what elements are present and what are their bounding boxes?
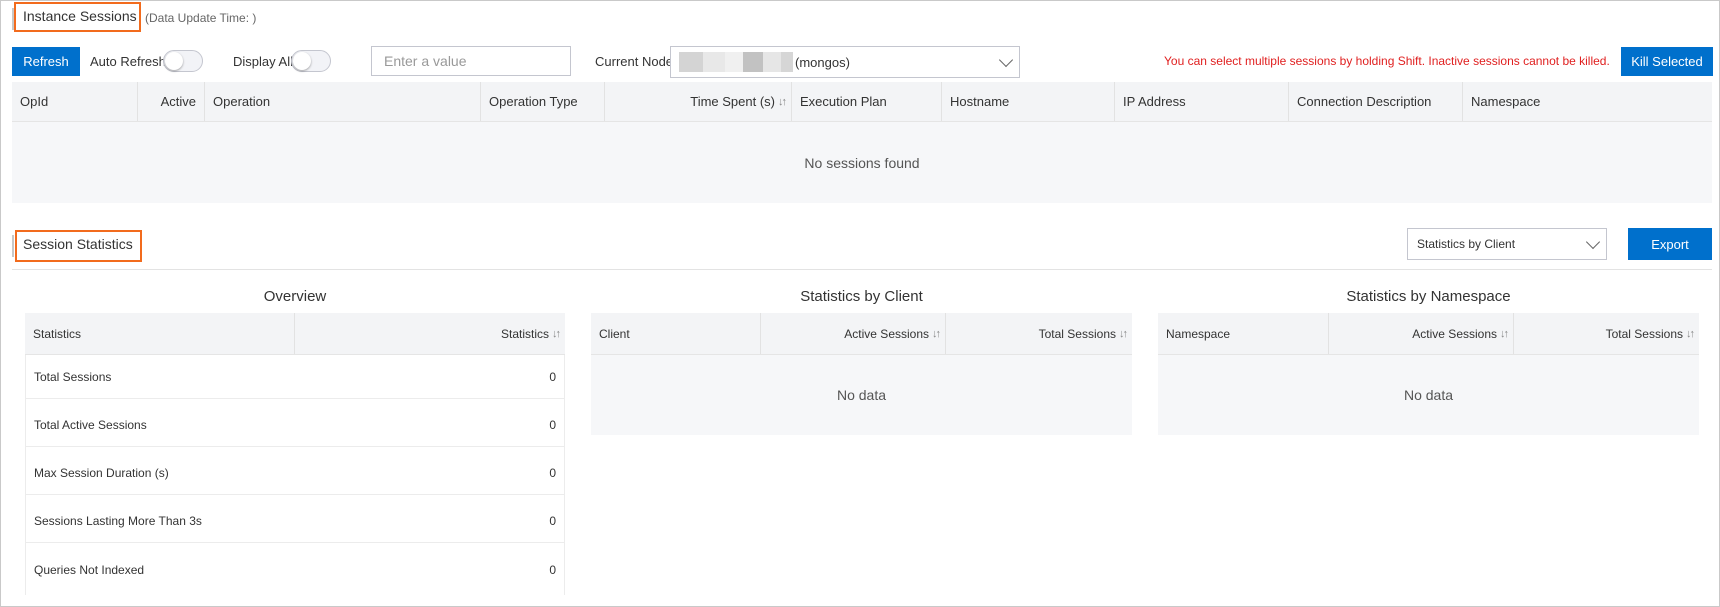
table-row: Queries Not Indexed 0 — [26, 548, 564, 592]
by-client-title: Statistics by Client — [800, 288, 923, 305]
sort-icon[interactable]: ↓↑ — [1119, 328, 1128, 340]
overview-table-header: Statistics Statistics ↓↑ — [25, 313, 565, 355]
column-header-statistics-value[interactable]: Statistics ↓↑ — [295, 313, 565, 354]
auto-refresh-toggle[interactable] — [163, 50, 203, 72]
statistics-type-select[interactable]: Statistics by Client — [1407, 228, 1607, 260]
by-namespace-title: Statistics by Namespace — [1346, 288, 1511, 305]
column-header-ip-address[interactable]: IP Address — [1115, 82, 1289, 121]
overview-table-body: Total Sessions 0 Total Active Sessions 0 M… — [25, 355, 565, 595]
search-input[interactable]: Enter a value — [371, 46, 571, 76]
chevron-down-icon — [1585, 234, 1601, 250]
column-header-active-sessions[interactable]: Active Sessions ↓↑ — [1329, 313, 1514, 354]
search-placeholder: Enter a value — [384, 53, 467, 69]
column-header-connection-description[interactable]: Connection Description — [1289, 82, 1463, 121]
display-all-toggle[interactable] — [291, 50, 331, 72]
current-node-label: Current Node — [595, 54, 674, 69]
column-header-statistics-label: Statistics — [25, 313, 295, 354]
column-header-active-sessions[interactable]: Active Sessions ↓↑ — [761, 313, 946, 354]
auto-refresh-label: Auto Refresh — [90, 54, 166, 69]
column-header-opid[interactable]: OpId — [12, 82, 138, 121]
section-divider — [12, 269, 1712, 270]
instance-sessions-title-box: Instance Sessions — [14, 2, 141, 32]
sort-icon[interactable]: ↓↑ — [932, 328, 941, 340]
table-row: Sessions Lasting More Than 3s 0 — [26, 499, 564, 543]
by-client-table-header: Client Active Sessions ↓↑ Total Sessions ↓… — [591, 313, 1132, 355]
refresh-button[interactable]: Refresh — [12, 47, 80, 76]
column-header-hostname[interactable]: Hostname — [942, 82, 1115, 121]
sort-icon[interactable]: ↓↑ — [1500, 328, 1509, 340]
column-header-total-sessions[interactable]: Total Sessions ↓↑ — [1514, 313, 1699, 354]
sort-icon[interactable]: ↓↑ — [1686, 328, 1695, 340]
instance-sessions-title: Instance Sessions — [23, 8, 137, 24]
session-management-page: Instance Sessions (Data Update Time: ) R… — [0, 0, 1720, 607]
sessions-table-header: OpId Active Operation Operation Type Tim… — [12, 82, 1712, 122]
node-redacted-block — [743, 52, 763, 72]
column-header-total-sessions[interactable]: Total Sessions ↓↑ — [946, 313, 1132, 354]
table-row: Max Session Duration (s) 0 — [26, 451, 564, 495]
by-namespace-table-header: Namespace Active Sessions ↓↑ Total Sessio… — [1158, 313, 1699, 355]
display-all-label: Display All — [233, 54, 293, 69]
table-row: Total Sessions 0 — [26, 355, 564, 399]
column-header-namespace: Namespace — [1158, 313, 1329, 354]
column-header-operation-type[interactable]: Operation Type — [481, 82, 605, 121]
column-header-execution-plan[interactable]: Execution Plan — [792, 82, 942, 121]
node-redacted-block — [763, 52, 781, 72]
by-namespace-empty-state: No data — [1158, 355, 1699, 435]
current-node-select[interactable]: (mongos) — [670, 46, 1020, 78]
node-redacted-block — [725, 52, 743, 72]
kill-selected-button[interactable]: Kill Selected — [1621, 47, 1713, 76]
export-button[interactable]: Export — [1628, 228, 1712, 260]
section-marker — [12, 235, 14, 257]
column-header-client: Client — [591, 313, 761, 354]
data-update-time: (Data Update Time: ) — [145, 11, 257, 25]
kill-warning-text: You can select multiple sessions by hold… — [1164, 54, 1610, 68]
by-client-empty-state: No data — [591, 355, 1132, 435]
current-node-value: (mongos) — [795, 55, 850, 70]
overview-title: Overview — [263, 288, 327, 305]
node-redacted-block — [679, 52, 703, 72]
table-row: Total Active Sessions 0 — [26, 403, 564, 447]
column-header-time-spent[interactable]: Time Spent (s) ↓↑ — [605, 82, 792, 121]
sessions-empty-state: No sessions found — [12, 122, 1712, 203]
sort-icon[interactable]: ↓↑ — [778, 96, 787, 108]
session-statistics-title-box: Session Statistics — [15, 230, 142, 262]
session-statistics-title: Session Statistics — [23, 236, 133, 252]
chevron-down-icon — [998, 52, 1014, 68]
sort-icon[interactable]: ↓↑ — [552, 328, 561, 340]
statistics-type-value: Statistics by Client — [1417, 237, 1516, 251]
column-header-operation[interactable]: Operation — [205, 82, 481, 121]
node-redacted-block — [703, 52, 725, 72]
column-header-active[interactable]: Active — [138, 82, 205, 121]
column-header-namespace[interactable]: Namespace — [1463, 82, 1712, 121]
node-redacted-block — [781, 52, 793, 72]
